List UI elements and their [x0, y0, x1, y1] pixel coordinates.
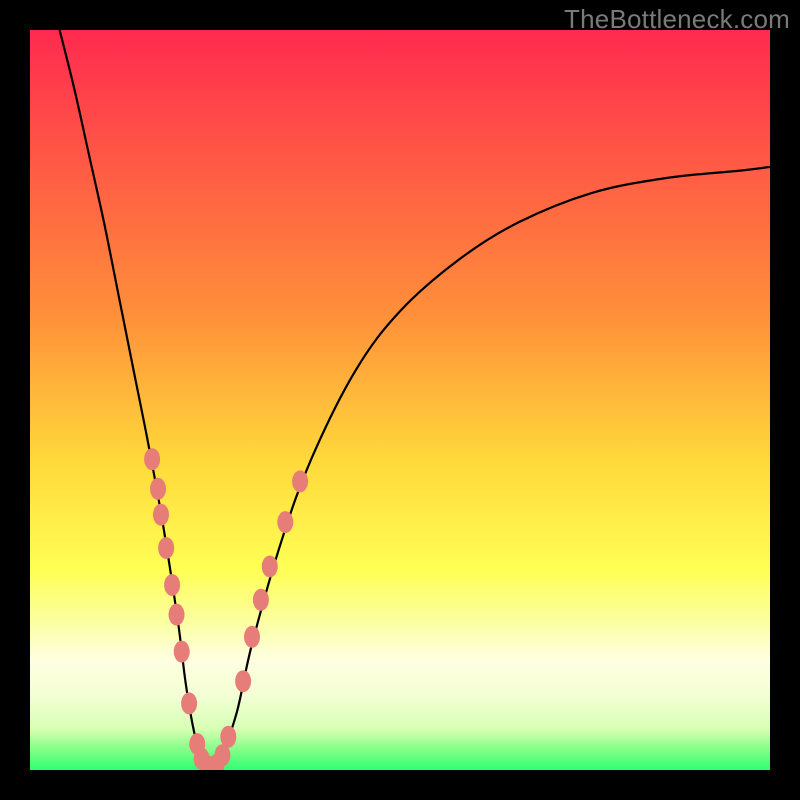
- bottleneck-curve: [60, 30, 770, 770]
- chart-frame: [30, 30, 770, 770]
- chart-overlay: [30, 30, 770, 770]
- watermark-text: TheBottleneck.com: [564, 4, 790, 35]
- highlight-blobs: [144, 448, 308, 770]
